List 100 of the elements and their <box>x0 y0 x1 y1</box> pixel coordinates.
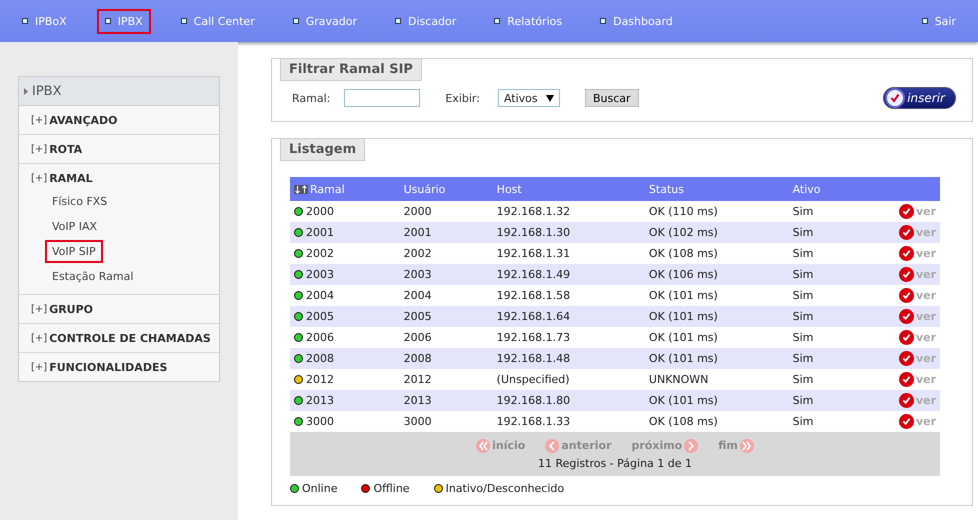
table-cell: Sim <box>788 369 856 390</box>
table-cell: 2013 <box>400 390 493 411</box>
menu-section[interactable]: [+] FUNCIONALIDADES <box>31 357 219 377</box>
submenu-item[interactable]: VoIP IAX <box>45 215 104 238</box>
table-cell: OK (101 ms) <box>644 327 789 348</box>
table-cell: 2001 <box>290 222 400 243</box>
table-cell: 2006 <box>400 327 493 348</box>
view-link[interactable]: ver <box>898 225 936 240</box>
table-cell: 2008 <box>400 348 493 369</box>
table-cell: Sim <box>788 285 856 306</box>
table-cell: UNKNOWN <box>644 369 789 390</box>
dropdown-icon <box>546 94 554 102</box>
table-cell: 2004 <box>290 285 400 306</box>
table-cell: 192.168.1.58 <box>492 285 645 306</box>
table-cell: 2004 <box>400 285 493 306</box>
table-cell: 2003 <box>290 264 400 285</box>
menu-section[interactable]: [+] ROTA <box>31 139 219 159</box>
show-select[interactable]: Ativos <box>498 89 560 107</box>
table-cell: OK (110 ms) <box>644 201 789 222</box>
legend-label: Offline <box>373 482 410 495</box>
submenu-item[interactable]: Físico FXS <box>45 190 114 213</box>
bullet-icon <box>494 18 500 24</box>
column-header: Host <box>492 177 645 201</box>
check-icon <box>898 393 914 408</box>
submenu-item[interactable]: VoIP SIP <box>45 240 103 263</box>
ramal-input[interactable] <box>344 89 420 107</box>
check-icon <box>885 88 906 108</box>
table-cell: OK (101 ms) <box>644 306 789 327</box>
nav-item[interactable]: IPBoX <box>14 8 75 34</box>
bullet-icon <box>395 18 402 24</box>
table-cell: Sim <box>788 243 856 264</box>
nav-item[interactable]: Dashboard <box>592 8 681 34</box>
view-link[interactable]: ver <box>898 288 936 303</box>
table-cell: 2002 <box>400 243 493 264</box>
view-link[interactable]: ver <box>898 204 936 219</box>
menu-section[interactable]: [+] RAMAL <box>31 168 219 188</box>
nav-item[interactable]: IPBX <box>96 8 151 34</box>
table-cell: 2012 <box>400 369 493 390</box>
table-cell: OK (101 ms) <box>644 390 789 411</box>
table-cell: Sim <box>788 264 856 285</box>
check-icon <box>898 414 914 429</box>
exit-link[interactable]: Sair <box>914 8 964 34</box>
table-cell: Sim <box>788 390 856 411</box>
view-link[interactable]: ver <box>898 309 936 324</box>
check-icon <box>898 288 914 303</box>
bullet-icon <box>922 18 928 24</box>
view-link[interactable]: ver <box>898 393 936 408</box>
view-link[interactable]: ver <box>898 246 936 261</box>
panel-title: Listagem <box>280 139 366 161</box>
view-link[interactable]: ver <box>898 372 936 387</box>
column-header: Usuário <box>400 177 493 201</box>
field-label: Exibir: <box>445 92 480 104</box>
bullet-icon <box>180 18 187 24</box>
arrow-icon <box>740 438 754 452</box>
table-cell: 192.168.1.48 <box>492 348 645 369</box>
table-cell: 2006 <box>290 327 400 348</box>
check-icon <box>898 204 914 219</box>
view-link[interactable]: ver <box>898 351 936 366</box>
table-cell: OK (101 ms) <box>644 285 789 306</box>
nav-item[interactable]: Discador <box>387 8 464 34</box>
table-cell: 192.168.1.49 <box>492 264 645 285</box>
view-link[interactable]: ver <box>898 414 936 429</box>
menu-section[interactable]: [+] GRUPO <box>31 299 219 319</box>
table-cell: 192.168.1.64 <box>492 306 645 327</box>
column-header: Ativo <box>788 177 856 201</box>
view-link[interactable]: ver <box>898 330 936 345</box>
nav-item[interactable]: Call Center <box>172 8 263 34</box>
sidebar-title-text: IPBX <box>32 84 62 98</box>
table-cell: OK (108 ms) <box>644 243 789 264</box>
table-cell: 2002 <box>290 243 400 264</box>
check-icon <box>898 351 914 366</box>
table-cell: 192.168.1.31 <box>492 243 645 264</box>
check-icon <box>898 309 914 324</box>
check-icon <box>898 267 914 282</box>
submenu-item[interactable]: Estação Ramal <box>45 265 140 288</box>
menu-section[interactable]: [+] AVANÇADO <box>31 110 219 130</box>
nav-item[interactable]: Relatórios <box>486 8 570 34</box>
table-cell: 192.168.1.30 <box>492 222 645 243</box>
bullet-icon <box>292 18 299 24</box>
table-cell: Sim <box>788 327 856 348</box>
view-link[interactable]: ver <box>898 267 936 282</box>
nav-item[interactable]: Gravador <box>284 8 366 34</box>
record-summary: 11 Registros - Página 1 de 1 <box>538 456 692 470</box>
table-cell: 192.168.1.73 <box>492 327 645 348</box>
search-button[interactable]: Buscar <box>584 89 639 107</box>
insert-button[interactable]: inserir <box>883 87 956 109</box>
column-header: Status <box>644 177 789 201</box>
check-icon <box>898 372 914 387</box>
table-cell: 2000 <box>400 201 493 222</box>
table-cell: 2013 <box>290 390 400 411</box>
arrow-icon <box>476 438 490 452</box>
table-cell: 2012 <box>290 369 400 390</box>
table-cell: 2003 <box>400 264 493 285</box>
menu-section[interactable]: [+] CONTROLE DE CHAMADAS <box>31 328 219 348</box>
table-cell: 2000 <box>290 201 400 222</box>
column-header[interactable]: Ramal <box>290 177 400 201</box>
bullet-icon <box>104 18 111 24</box>
legend-label: Inativo/Desconhecido <box>446 482 564 495</box>
table-cell: 192.168.1.80 <box>492 390 645 411</box>
table-cell: 2005 <box>290 306 400 327</box>
